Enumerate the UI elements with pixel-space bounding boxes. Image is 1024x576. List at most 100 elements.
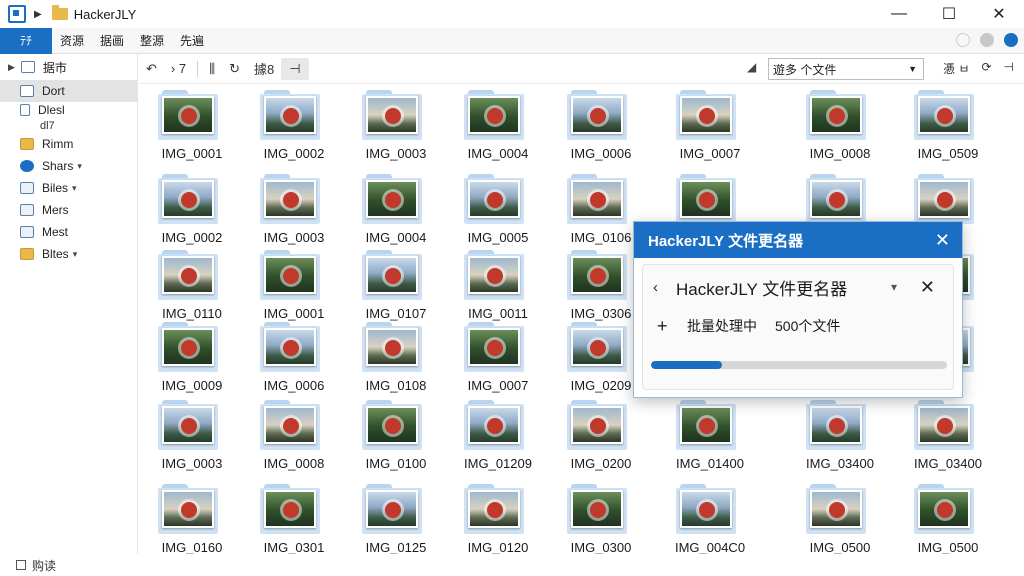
- file-item[interactable]: IMG_0301: [250, 482, 338, 558]
- file-item[interactable]: IMG_0500: [796, 482, 884, 558]
- tab-4[interactable]: 先遍: [172, 32, 212, 49]
- file-item[interactable]: IMG_0200: [557, 398, 645, 474]
- chevron-right-icon[interactable]: ▶: [8, 62, 15, 73]
- refresh-icon[interactable]: ↻: [222, 61, 247, 77]
- sync-icon[interactable]: ⟳: [981, 60, 991, 77]
- sidebar-item-dl7[interactable]: dl7: [0, 118, 137, 133]
- dropdown-icon[interactable]: ▾: [891, 280, 897, 294]
- file-item[interactable]: IMG_0001: [250, 248, 338, 324]
- file-item[interactable]: IMG_0108: [352, 320, 440, 396]
- file-item[interactable]: IMG_01400: [666, 398, 754, 474]
- file-name: IMG_0002: [263, 146, 325, 161]
- pin-icon[interactable]: ⊣: [1004, 60, 1014, 77]
- file-item[interactable]: IMG_0001: [148, 88, 236, 164]
- file-item[interactable]: IMG_004C0: [666, 482, 754, 558]
- file-name: IMG_0007: [467, 378, 529, 393]
- sidebar-item-shars[interactable]: Shars ▾: [0, 155, 137, 177]
- status-icon: [16, 560, 26, 570]
- file-item[interactable]: IMG_0120: [454, 482, 542, 558]
- file-name: IMG_0100: [365, 456, 427, 471]
- expand-arrow-icon[interactable]: ▶: [34, 9, 42, 20]
- file-item[interactable]: IMG_0500: [904, 482, 992, 558]
- nav-forward-button[interactable]: › 7: [164, 61, 193, 76]
- file-name: IMG_0120: [467, 540, 529, 555]
- file-item[interactable]: IMG_0005: [454, 172, 542, 248]
- minimize-button[interactable]: —: [874, 0, 924, 28]
- file-item[interactable]: IMG_0209: [557, 320, 645, 396]
- dialog-close-button[interactable]: ✕: [935, 230, 950, 251]
- file-item[interactable]: IMG_0002: [148, 172, 236, 248]
- file-item[interactable]: IMG_03400: [796, 398, 884, 474]
- layout-icon[interactable]: 慿 ㅂ: [943, 60, 969, 77]
- image-preview: [162, 406, 214, 444]
- account-icon[interactable]: [980, 33, 994, 47]
- file-item[interactable]: IMG_0306: [557, 248, 645, 324]
- add-icon[interactable]: +: [657, 316, 671, 337]
- sidebar-item-label: Biles: [42, 181, 69, 195]
- file-item[interactable]: IMG_0006: [250, 320, 338, 396]
- file-item[interactable]: IMG_0007: [666, 88, 754, 164]
- help-icon[interactable]: [1004, 33, 1018, 47]
- sidebar-item-biles[interactable]: Biles ▾: [0, 177, 137, 199]
- file-item[interactable]: IMG_03400: [904, 398, 992, 474]
- pin-icon[interactable]: ⊣: [281, 57, 309, 80]
- nav-quick-access[interactable]: ▶ 据市: [0, 54, 137, 80]
- image-preview: [366, 406, 418, 444]
- file-item[interactable]: IMG_0007: [454, 320, 542, 396]
- sidebar-item-rimm[interactable]: Rimm: [0, 133, 137, 155]
- columns-icon[interactable]: ⫼: [202, 61, 222, 77]
- file-item[interactable]: IMG_0107: [352, 248, 440, 324]
- file-item[interactable]: IMG_0003: [250, 172, 338, 248]
- tab-2[interactable]: 据画: [92, 32, 132, 49]
- folder-thumbnail-icon: [360, 248, 424, 302]
- file-item[interactable]: IMG_0009: [148, 320, 236, 396]
- file-item[interactable]: IMG_0509: [904, 88, 992, 164]
- tab-1[interactable]: 资源: [52, 32, 92, 49]
- badge-icon: [385, 268, 401, 284]
- sort-icon[interactable]: ◢: [747, 60, 756, 74]
- chevron-down-icon[interactable]: ▾: [72, 183, 77, 194]
- back-icon[interactable]: ‹: [653, 279, 658, 296]
- chevron-down-icon[interactable]: ▾: [77, 161, 82, 172]
- chevron-down-icon[interactable]: ▾: [73, 249, 78, 260]
- file-item[interactable]: IMG_0300: [557, 482, 645, 558]
- file-item[interactable]: IMG_0160: [148, 482, 236, 558]
- file-item[interactable]: IMG_01209: [454, 398, 542, 474]
- file-item[interactable]: IMG_0100: [352, 398, 440, 474]
- file-item[interactable]: IMG_0004: [454, 88, 542, 164]
- image-preview: [162, 180, 214, 218]
- sidebar-item-bltes[interactable]: Bltes ▾: [0, 243, 137, 265]
- app-icon: [8, 5, 26, 23]
- folder-thumbnail-icon: [258, 398, 322, 452]
- file-item[interactable]: IMG_0004: [352, 172, 440, 248]
- cloud-icon[interactable]: [956, 33, 970, 47]
- maximize-button[interactable]: ☐: [924, 0, 974, 28]
- sort-dropdown[interactable]: 遊多 个文件 ▼: [768, 58, 924, 80]
- file-item[interactable]: IMG_0003: [352, 88, 440, 164]
- sidebar-item-dlesl[interactable]: Dlesl: [0, 102, 137, 118]
- file-name: IMG_0006: [263, 378, 325, 393]
- file-item[interactable]: IMG_0003: [148, 398, 236, 474]
- sidebar-item-mest[interactable]: Mest: [0, 221, 137, 243]
- image-preview: [810, 490, 862, 528]
- file-item[interactable]: IMG_0011: [454, 248, 542, 324]
- tab-file[interactable]: ﾃﾁ: [0, 27, 52, 54]
- tab-3[interactable]: 整源: [132, 32, 172, 49]
- sidebar-item-dort[interactable]: Dort: [0, 80, 137, 102]
- view-button[interactable]: 據8: [247, 59, 281, 78]
- file-item[interactable]: IMG_0008: [250, 398, 338, 474]
- file-item[interactable]: IMG_0106: [557, 172, 645, 248]
- file-item[interactable]: IMG_0110: [148, 248, 236, 324]
- sidebar-item-label: Mers: [42, 203, 69, 217]
- close-button[interactable]: ✕: [974, 0, 1024, 28]
- panel-close-button[interactable]: ✕: [920, 277, 935, 298]
- file-item[interactable]: IMG_0008: [796, 88, 884, 164]
- image-preview: [366, 96, 418, 134]
- sidebar-item-mers[interactable]: Mers: [0, 199, 137, 221]
- folder-thumbnail-icon: [912, 172, 976, 226]
- file-item[interactable]: IMG_0125: [352, 482, 440, 558]
- file-item[interactable]: IMG_0006: [557, 88, 645, 164]
- file-item[interactable]: IMG_0002: [250, 88, 338, 164]
- undo-icon[interactable]: ↶: [139, 61, 164, 77]
- dialog-header: HackerJLY 文件更名器 ✕: [634, 222, 962, 258]
